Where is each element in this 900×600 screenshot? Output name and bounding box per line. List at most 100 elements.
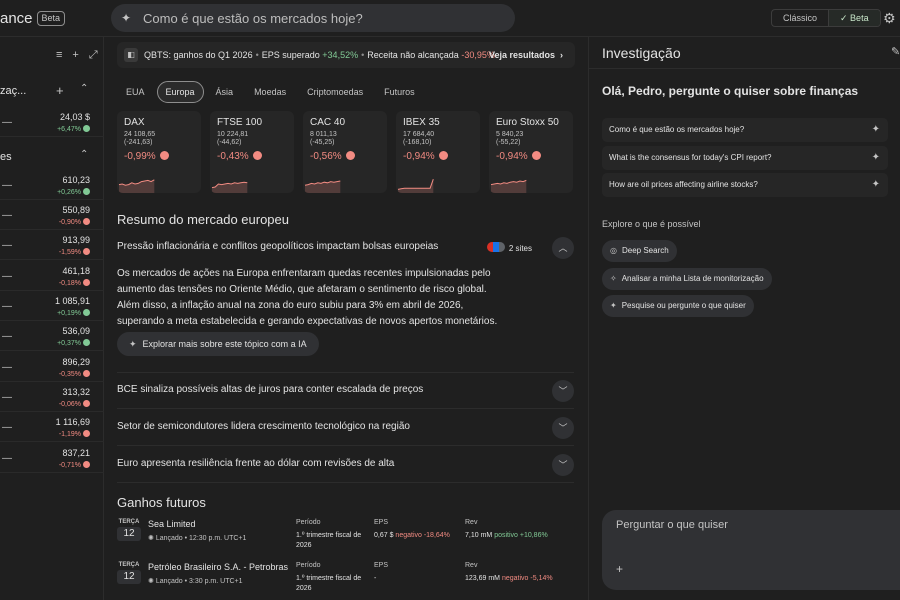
- explore-label: Explore o que é possível: [602, 219, 701, 229]
- panel-greeting: Olá, Pedro, pergunte o quiser sobre fina…: [602, 84, 859, 98]
- sparkline-chart: [490, 179, 527, 193]
- watchlist-row[interactable]: — 313,32 -0,06%: [0, 382, 104, 412]
- earnings-banner[interactable]: ◧ QBTS: ganhos do Q1 2026 • EPS superado…: [117, 42, 575, 68]
- tab-moedas[interactable]: Moedas: [245, 81, 295, 103]
- edit-icon[interactable]: ✎: [891, 45, 900, 58]
- collapse-chevron-icon[interactable]: ︿: [552, 237, 574, 259]
- search-bar[interactable]: ✦: [111, 4, 515, 32]
- sources-badge[interactable]: 2 sites: [486, 242, 532, 253]
- index-card[interactable]: IBEX 35 17 684,40 (-168,10) -0,94%: [396, 111, 480, 193]
- summary-topic-row[interactable]: BCE sinaliza possíveis altas de juros pa…: [117, 373, 574, 409]
- index-card[interactable]: CAC 40 8 011,13 (-45,25) -0,56%: [303, 111, 387, 193]
- explore-chip[interactable]: ✧ Analisar a minha Lista de monitorização: [602, 268, 772, 290]
- arrow-down-icon: [83, 400, 90, 407]
- watchlist-row[interactable]: — 837,21 -0,71%: [0, 443, 104, 473]
- chevron-up-icon[interactable]: ⌃: [80, 149, 88, 160]
- earnings-row[interactable]: TERÇA 12 Sea Limited ✺ Lançado • 12:30 p.m.…: [117, 519, 574, 563]
- row-price: 913,99: [62, 235, 90, 245]
- ai-search-icon: ✦: [871, 152, 880, 163]
- row-change: -0,71%: [59, 461, 90, 469]
- settings-gear-icon[interactable]: ⚙: [883, 10, 896, 27]
- index-card[interactable]: Euro Stoxx 50 5 840,23 (-55,22) -0,94%: [489, 111, 573, 193]
- index-percent: -0,94%: [496, 151, 566, 162]
- ask-box[interactable]: +: [602, 510, 900, 590]
- watchlist-row[interactable]: — 1 085,91 +0,19%: [0, 291, 104, 321]
- summary-topic-row[interactable]: Euro apresenta resiliência frente ao dól…: [117, 447, 574, 483]
- arrow-down-icon: [252, 151, 262, 160]
- period-label: Período: [296, 519, 321, 526]
- expand-chevron-icon[interactable]: ﹀: [552, 454, 574, 476]
- index-card[interactable]: DAX 24 108,65 (-241,63) -0,99%: [117, 111, 201, 193]
- ticker-placeholder: —: [2, 180, 12, 191]
- explore-ai-button[interactable]: ✦ Explorar mais sobre este tópico com a I…: [117, 332, 319, 356]
- watchlist-row[interactable]: — 610,23 +0,26%: [0, 170, 104, 200]
- suggestion-item[interactable]: Como é que estão os mercados hoje? ✦: [602, 118, 888, 142]
- row-price: 313,32: [62, 387, 90, 397]
- chevron-up-icon[interactable]: ⌃: [80, 83, 88, 94]
- suggestion-item[interactable]: What is the consensus for today's CPI re…: [602, 146, 888, 170]
- eps-column: EPS -: [374, 562, 388, 584]
- panel-title: Investigação: [602, 45, 681, 61]
- banner-rev-label: Receita não alcançada: [367, 50, 459, 60]
- ai-sparkle-icon: ✦: [129, 339, 137, 349]
- explore-chip[interactable]: ✦ Pesquise ou pergunte o que quiser: [602, 295, 754, 317]
- index-percent: -0,56%: [310, 151, 380, 162]
- tab-ásia[interactable]: Ásia: [207, 81, 243, 103]
- earnings-row[interactable]: TERÇA 12 Petróleo Brasileiro S.A. - Petrob…: [117, 562, 574, 600]
- tab-eua[interactable]: EUA: [117, 81, 154, 103]
- row-price: 837,21: [62, 448, 90, 458]
- index-value: 24 108,65: [124, 131, 156, 138]
- expand-chevron-icon[interactable]: ﹀: [552, 417, 574, 439]
- summary-topic-row[interactable]: Setor de semicondutores lidera crescimen…: [117, 410, 574, 446]
- view-beta-button[interactable]: ✓ Beta: [828, 10, 880, 26]
- watchlist-row[interactable]: — 24,03 $ +6,47%: [0, 107, 104, 137]
- sparkline-area: [119, 179, 155, 193]
- rev-label: Rev: [465, 519, 478, 526]
- search-input[interactable]: [143, 10, 483, 26]
- chip-label: Deep Search: [621, 246, 669, 255]
- watchlist-row[interactable]: — 1 116,69 -1,19%: [0, 412, 104, 442]
- watchlist-row[interactable]: — 896,29 -0,35%: [0, 352, 104, 382]
- expand-icon[interactable]: ⤢: [89, 49, 108, 61]
- ask-input[interactable]: [616, 519, 886, 531]
- top-bar: anceBeta ✦ Clássico ✓ Beta ⚙: [0, 0, 900, 37]
- add-list-icon[interactable]: ≡+: [56, 49, 89, 61]
- tab-europa[interactable]: Europa: [156, 81, 204, 103]
- company-name: Petróleo Brasileiro S.A. - Petrobras: [148, 562, 289, 572]
- row-price: 610,23: [62, 175, 90, 185]
- ai-search-icon: ✦: [871, 124, 880, 135]
- watchlist-row[interactable]: — 536,09 +0,37%: [0, 321, 104, 351]
- suggestion-item[interactable]: How are oil prices affecting airline sto…: [602, 173, 888, 197]
- date-badge: TERÇA 12: [117, 519, 141, 541]
- tab-criptomoedas[interactable]: Criptomoedas: [298, 81, 372, 103]
- banner-headline: QBTS: ganhos do Q1 2026: [144, 50, 253, 60]
- add-icon[interactable]: +: [56, 83, 64, 98]
- logo-text: ance: [0, 10, 33, 27]
- tab-futuros[interactable]: Futuros: [375, 81, 424, 103]
- sidebar-section-1-title: zaç...: [0, 85, 27, 97]
- release-time: ✺ Lançado • 3:30 p.m. UTC+1: [148, 578, 243, 585]
- view-results-link[interactable]: Veja resultados ›: [489, 50, 563, 60]
- view-classic-button[interactable]: Clássico: [772, 10, 828, 26]
- index-value: 8 011,13: [310, 131, 337, 138]
- date-badge: TERÇA 12: [117, 562, 141, 584]
- index-card[interactable]: FTSE 100 10 224,81 (-44,62) -0,43%: [210, 111, 294, 193]
- sidebar-toolbar: ≡+⤢: [56, 49, 108, 62]
- earnings-title: Ganhos futuros: [117, 495, 206, 510]
- watchlist-row[interactable]: — 461,18 -0,18%: [0, 261, 104, 291]
- summary-expanded-header[interactable]: Pressão inflacionária e conflitos geopol…: [117, 230, 574, 266]
- add-attachment-icon[interactable]: +: [616, 562, 623, 576]
- explore-chip[interactable]: ◎ Deep Search: [602, 240, 677, 262]
- watchlist-row[interactable]: — 550,89 -0,90%: [0, 200, 104, 230]
- arrow-up-icon: [83, 309, 90, 316]
- app-logo[interactable]: ance Beta: [0, 10, 66, 27]
- watchlist-row[interactable]: — 913,99 -1,59%: [0, 230, 104, 260]
- sparkline-chart: [118, 179, 155, 193]
- index-name: FTSE 100: [217, 117, 263, 128]
- broadcast-icon: ✺: [148, 535, 154, 542]
- row-price: 1 116,69: [55, 417, 90, 427]
- arrow-down-icon: [83, 370, 90, 377]
- expand-chevron-icon[interactable]: ﹀: [552, 380, 574, 402]
- market-tabs: EUA Europa Ásia Moedas Criptomoedas Futuros: [117, 81, 427, 103]
- row-change: -0,06%: [59, 400, 90, 408]
